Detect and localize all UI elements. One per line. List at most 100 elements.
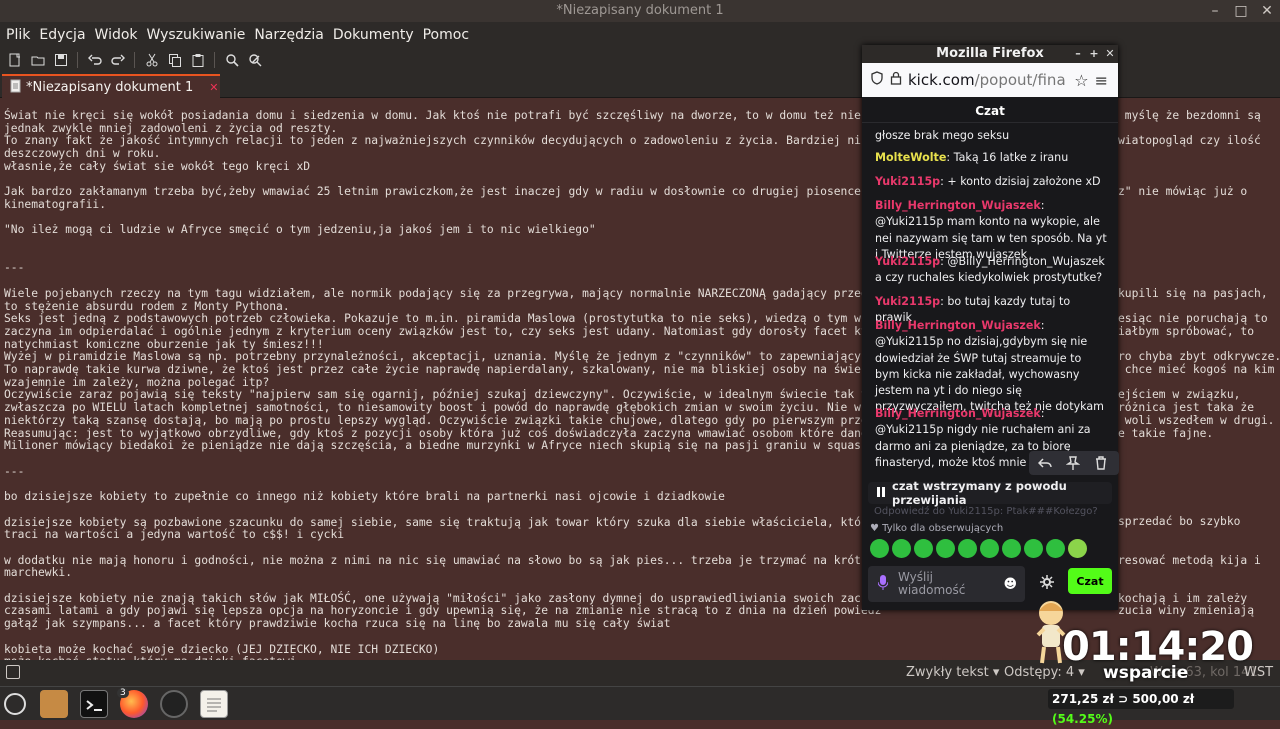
chat-message[interactable]: głosze brak mego seksu <box>875 128 1107 144</box>
chat-username[interactable]: Yuki2115p <box>875 295 940 308</box>
donation-goal-bar: 271,25 zł ⊃ 500,00 zł (54.25%) <box>1048 689 1234 726</box>
redo-icon[interactable] <box>106 49 129 71</box>
open-folder-icon[interactable] <box>26 49 49 71</box>
new-document-icon[interactable] <box>3 49 26 71</box>
url-path: /popout/fina <box>974 71 1066 89</box>
chat-text: @Yuki2115p no dzisiaj,gdybym się nie dow… <box>875 335 1104 414</box>
emote-icon[interactable] <box>958 539 977 558</box>
lock-icon[interactable] <box>890 71 902 89</box>
menu-tools[interactable]: Narzędzia <box>250 22 327 48</box>
replace-icon[interactable] <box>243 49 266 71</box>
delete-icon[interactable] <box>1089 453 1113 473</box>
sidebar-toggle-icon[interactable] <box>6 665 20 679</box>
emoji-icon[interactable]: ☻ <box>1003 577 1017 592</box>
url-field[interactable]: kick.com/popout/fina <box>866 67 1068 93</box>
emote-icon[interactable] <box>870 539 889 558</box>
find-icon[interactable] <box>220 49 243 71</box>
menu-view[interactable]: Widok <box>91 22 142 48</box>
menu-documents[interactable]: Dokumenty <box>329 22 418 48</box>
text-editor-icon[interactable] <box>200 690 228 718</box>
editor-text: Świat nie kręci się wokół posiadania dom… <box>4 109 882 660</box>
tab-close-icon[interactable]: ✕ <box>209 81 218 94</box>
minimize-icon[interactable]: – <box>1072 45 1084 63</box>
microphone-icon[interactable] <box>877 574 889 594</box>
chat-username[interactable]: Billy_Herrington_Wujaszek <box>875 407 1041 420</box>
chat-username[interactable]: Billy_Herrington_Wujaszek <box>875 199 1041 212</box>
chat-username[interactable]: Billy_Herrington_Wujaszek <box>875 319 1041 332</box>
editor-line: deszczowych dni w roku. <box>4 147 161 161</box>
chat-paused-banner[interactable]: czat wstrzymany z powodu przewijania <box>868 479 1112 507</box>
chat-message[interactable]: Billy_Herrington_Wujaszek: @Yuki2115p no… <box>875 318 1107 416</box>
send-chat-button[interactable]: Czat <box>1068 568 1112 594</box>
editor-line: gałąź jak szympans... a facet który praw… <box>4 617 671 631</box>
close-icon[interactable]: ✕ <box>1104 45 1116 63</box>
editor-line: traci na wartości a jedyna wartość to c$… <box>4 528 345 542</box>
menu-search[interactable]: Wyszukiwanie <box>143 22 250 48</box>
emote-icon[interactable] <box>1046 539 1065 558</box>
emote-icon[interactable] <box>1002 539 1021 558</box>
undo-icon[interactable] <box>83 49 106 71</box>
paste-icon[interactable] <box>186 49 209 71</box>
chat-text: Taką 16 latke z iranu <box>953 151 1069 164</box>
chat-message-list[interactable]: głosze brak mego seksu MolteWolte: Taką 1… <box>862 128 1118 478</box>
emote-icon[interactable] <box>936 539 955 558</box>
emote-icon[interactable] <box>892 539 911 558</box>
toolbar-separator <box>77 52 78 68</box>
files-icon[interactable] <box>40 690 68 718</box>
cut-icon[interactable] <box>140 49 163 71</box>
minimize-icon[interactable]: – <box>1204 0 1226 22</box>
firefox-window-count: 3 <box>117 688 129 698</box>
terminal-icon[interactable] <box>80 690 108 718</box>
emote-icon[interactable] <box>1068 539 1087 558</box>
emote-icon[interactable] <box>914 539 933 558</box>
menu-edit[interactable]: Edycja <box>35 22 89 48</box>
chat-message[interactable]: Yuki2115p: + konto dzisiaj założone xD <box>875 174 1107 190</box>
chat-colon: : <box>1040 319 1045 332</box>
obs-icon[interactable] <box>160 690 188 718</box>
chat-colon: : <box>1040 407 1045 420</box>
maximize-icon[interactable]: □ <box>1230 0 1252 22</box>
firefox-title: Mozilla Firefox <box>936 46 1044 61</box>
editor-line: własnie,że cały świat sie wokół tego krę… <box>4 159 311 173</box>
document-tab[interactable]: *Niezapisany dokument 1 ✕ <box>2 74 220 98</box>
menu-file[interactable]: Plik <box>2 22 34 48</box>
gear-icon[interactable] <box>1040 574 1054 593</box>
chat-username[interactable]: MolteWolte <box>875 151 946 164</box>
chat-message[interactable]: MolteWolte: Taką 16 latke z iranu <box>875 150 1107 166</box>
syntax-selector[interactable]: Zwykły tekst ▾ <box>906 665 999 680</box>
chat-message[interactable]: Yuki2115p: @Billy_Herrington_Wujaszek a … <box>875 254 1107 287</box>
editor-line: marchewki. <box>4 566 73 580</box>
maximize-icon[interactable]: + <box>1088 45 1100 63</box>
hamburger-menu-icon[interactable]: ≡ <box>1095 71 1108 90</box>
followers-only-notice: ♥ Tylko dla obserwujących <box>870 523 1003 534</box>
editor-line-tail: zucia winy zmieniają <box>1118 604 1255 618</box>
editor-line-tail: różnica jest taka że <box>1118 401 1255 415</box>
emote-icon[interactable] <box>1024 539 1043 558</box>
editor-line-tail: z" nie mówiąc już o <box>1118 185 1248 199</box>
menu-help[interactable]: Pomoc <box>419 22 473 48</box>
bookmark-star-icon[interactable]: ☆ <box>1074 71 1088 90</box>
chat-paused-label: czat wstrzymany z powodu przewijania <box>892 479 1067 507</box>
shield-icon[interactable] <box>870 71 884 89</box>
support-label: wsparcie <box>1103 663 1189 683</box>
editor-line: bo dzisiejsze kobiety to zupełnie co inn… <box>4 490 725 504</box>
close-icon[interactable]: ✕ <box>1256 0 1278 22</box>
save-icon[interactable] <box>49 49 72 71</box>
emote-icon[interactable] <box>980 539 999 558</box>
copy-icon[interactable] <box>163 49 186 71</box>
chat-username[interactable]: Yuki2115p <box>875 255 940 268</box>
reply-icon[interactable] <box>1033 453 1057 473</box>
editor-line-tail: esiąc nie poruchają to <box>1118 312 1268 326</box>
editor-line-tail: e takie fajne. <box>1118 426 1214 441</box>
editor-line: niektórzy taką szansę dostają, bo mają p… <box>4 413 882 427</box>
menu-icon[interactable] <box>4 693 26 715</box>
pin-icon[interactable] <box>1061 453 1085 473</box>
chat-input[interactable]: Wyślij wiadomość ☻ <box>868 566 1025 602</box>
window-title: *Niezapisany dokument 1 <box>556 3 724 18</box>
editor-line: --- <box>4 464 25 478</box>
chat-username[interactable]: Yuki2115p <box>875 175 940 188</box>
